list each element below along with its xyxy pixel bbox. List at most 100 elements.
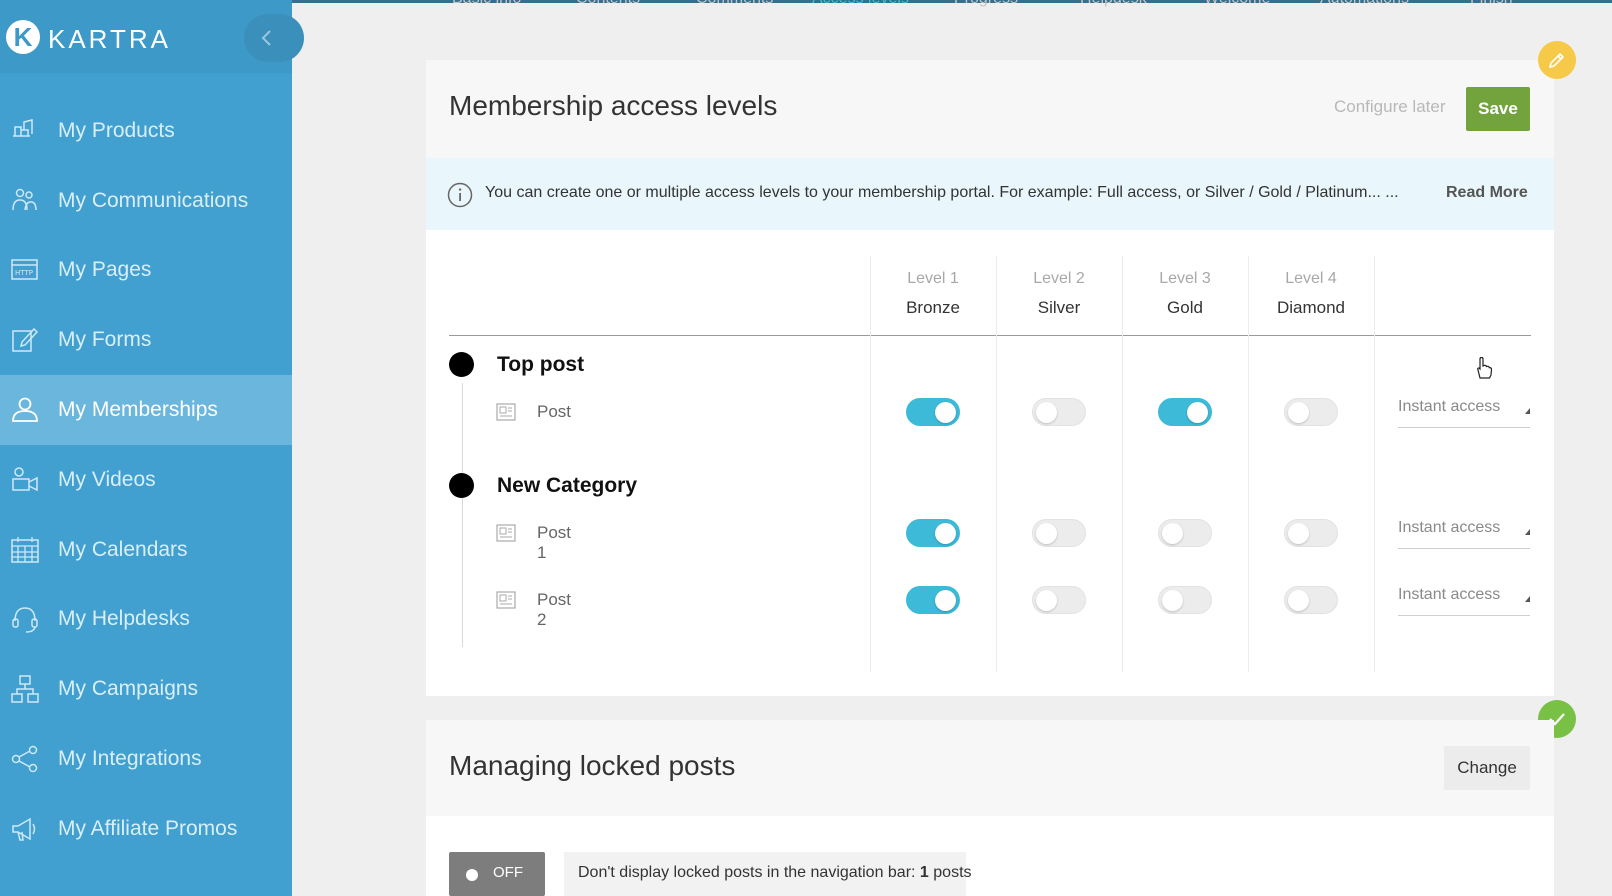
read-more-link[interactable]: Read More bbox=[1446, 184, 1528, 202]
chevron-left-icon bbox=[261, 30, 271, 46]
level-header-1: Level 1 Bronze bbox=[870, 270, 996, 318]
info-icon bbox=[447, 182, 473, 208]
wizard-tabs: Basic info Contents Comments Access levels P… bbox=[292, 0, 1612, 10]
affiliate-promos-icon bbox=[12, 817, 36, 841]
kartra-logo-icon: K bbox=[6, 20, 40, 54]
access-toggle-level-3[interactable] bbox=[1158, 519, 1212, 547]
sidebar-item-memberships[interactable]: My Memberships bbox=[0, 375, 292, 445]
level-name: Diamond bbox=[1276, 298, 1346, 317]
sidebar-item-label: My Products bbox=[58, 118, 175, 142]
access-toggle-level-1[interactable] bbox=[906, 398, 960, 426]
post-icon bbox=[496, 524, 516, 542]
access-timing-select[interactable]: Instant access bbox=[1398, 394, 1530, 428]
level-name: Gold bbox=[1167, 298, 1203, 317]
configure-later-link[interactable]: Configure later bbox=[1334, 97, 1446, 117]
access-toggle-level-4[interactable] bbox=[1284, 586, 1338, 614]
sidebar-item-communications[interactable]: My Communications bbox=[0, 166, 292, 236]
sidebar-item-label: My Pages bbox=[58, 258, 152, 282]
logo-text: KARTRA bbox=[48, 24, 171, 54]
access-toggle-level-4[interactable] bbox=[1284, 398, 1338, 426]
access-toggle-level-2[interactable] bbox=[1032, 586, 1086, 614]
card-header: Membership access levels Configure later… bbox=[426, 60, 1554, 158]
access-toggle-level-2[interactable] bbox=[1032, 519, 1086, 547]
access-toggle-level-1[interactable] bbox=[906, 586, 960, 614]
access-toggle-level-4[interactable] bbox=[1284, 519, 1338, 547]
sidebar-item-label: My Forms bbox=[58, 328, 152, 352]
locked-posts-note: Don't display locked posts in the naviga… bbox=[564, 852, 972, 896]
post-title: Post 1 bbox=[537, 523, 572, 562]
memberships-icon bbox=[12, 397, 38, 422]
change-button[interactable]: Change bbox=[1444, 746, 1530, 790]
level-name: Silver bbox=[1037, 298, 1081, 317]
level-name: Bronze bbox=[906, 298, 960, 317]
sidebar-item-label: My Integrations bbox=[58, 747, 202, 771]
tab-access-levels[interactable]: Access levels bbox=[812, 0, 909, 8]
tab-finish[interactable]: Finish bbox=[1470, 0, 1513, 8]
access-toggle-level-3[interactable] bbox=[1158, 398, 1212, 426]
collapse-sidebar-button[interactable] bbox=[244, 14, 304, 62]
card-header: Managing locked posts Change bbox=[426, 720, 1554, 816]
access-toggle-level-3[interactable] bbox=[1158, 586, 1212, 614]
sidebar-item-label: My Helpdesks bbox=[58, 607, 190, 631]
column-divider bbox=[996, 256, 997, 672]
post-title: Post bbox=[537, 402, 572, 421]
save-button[interactable]: Save bbox=[1466, 87, 1530, 131]
access-timing-value: Instant access bbox=[1398, 398, 1501, 415]
locked-posts-toggle[interactable]: OFF bbox=[449, 852, 545, 896]
sidebar-item-campaigns[interactable]: My Campaigns bbox=[0, 654, 292, 724]
page-title: Membership access levels bbox=[449, 90, 778, 121]
sidebar-item-label: My Calendars bbox=[58, 537, 188, 561]
column-divider bbox=[1122, 256, 1123, 672]
toggle-knob bbox=[935, 523, 956, 544]
toggle-knob bbox=[1288, 523, 1309, 544]
dropdown-arrow-icon bbox=[1525, 408, 1530, 414]
sidebar-item-videos[interactable]: My Videos bbox=[0, 445, 292, 515]
svg-text:HTTP: HTTP bbox=[15, 269, 33, 277]
tab-welcome[interactable]: Welcome bbox=[1204, 0, 1270, 8]
sidebar-item-calendars[interactable]: My Calendars bbox=[0, 515, 292, 585]
access-timing-value: Instant access bbox=[1398, 586, 1501, 603]
sidebar: K KARTRA My Products My Communications HTT… bbox=[0, 0, 304, 896]
level-header-4: Level 4 Diamond bbox=[1248, 270, 1374, 318]
toggle-knob bbox=[1036, 402, 1057, 423]
toggle-knob bbox=[935, 402, 956, 423]
tab-basic-info[interactable]: Basic info bbox=[452, 0, 521, 8]
edit-section-button[interactable] bbox=[1538, 41, 1576, 79]
tab-contents[interactable]: Contents bbox=[576, 0, 640, 8]
tree-line bbox=[462, 383, 463, 647]
column-divider bbox=[1248, 256, 1249, 672]
products-icon bbox=[13, 118, 33, 137]
sidebar-item-forms[interactable]: My Forms bbox=[0, 305, 292, 375]
sidebar-item-affiliate-promos[interactable]: My Affiliate Promos bbox=[0, 794, 292, 864]
toggle-knob bbox=[1162, 590, 1183, 611]
level-number: Level 3 bbox=[1159, 270, 1211, 287]
access-timing-select[interactable]: Instant access bbox=[1398, 582, 1530, 616]
locked-note-text: Don't display locked posts in the naviga… bbox=[578, 864, 972, 881]
dropdown-arrow-icon bbox=[1525, 596, 1530, 602]
sidebar-item-helpdesks[interactable]: My Helpdesks bbox=[0, 585, 292, 655]
communications-icon bbox=[12, 188, 37, 210]
sidebar-nav: My Products My Communications HTTP My Pages… bbox=[0, 96, 292, 864]
access-toggle-level-1[interactable] bbox=[906, 519, 960, 547]
integrations-icon bbox=[11, 745, 38, 773]
sidebar-item-products[interactable]: My Products bbox=[0, 96, 292, 166]
sidebar-item-pages[interactable]: HTTP My Pages bbox=[0, 236, 292, 306]
campaigns-icon bbox=[11, 675, 39, 704]
tab-automations[interactable]: Automations bbox=[1320, 0, 1409, 8]
tab-helpdesk[interactable]: Helpdesk bbox=[1080, 0, 1147, 8]
sidebar-item-label: My Campaigns bbox=[58, 677, 199, 701]
dropdown-arrow-icon bbox=[1525, 529, 1530, 535]
level-header-2: Level 2 Silver bbox=[996, 270, 1122, 318]
tab-comments[interactable]: Comments bbox=[696, 0, 773, 8]
column-divider bbox=[1374, 256, 1375, 672]
sidebar-item-label: My Memberships bbox=[58, 398, 218, 422]
sidebar-item-integrations[interactable]: My Integrations bbox=[0, 724, 292, 794]
toggle-knob bbox=[1288, 590, 1309, 611]
pencil-icon bbox=[1548, 52, 1565, 69]
access-levels-card: Membership access levels Configure later… bbox=[426, 60, 1554, 696]
header-divider bbox=[449, 335, 1531, 336]
access-timing-select[interactable]: Instant access bbox=[1398, 515, 1530, 549]
tab-progress[interactable]: Progress bbox=[954, 0, 1018, 8]
calendars-icon bbox=[11, 536, 39, 563]
access-toggle-level-2[interactable] bbox=[1032, 398, 1086, 426]
